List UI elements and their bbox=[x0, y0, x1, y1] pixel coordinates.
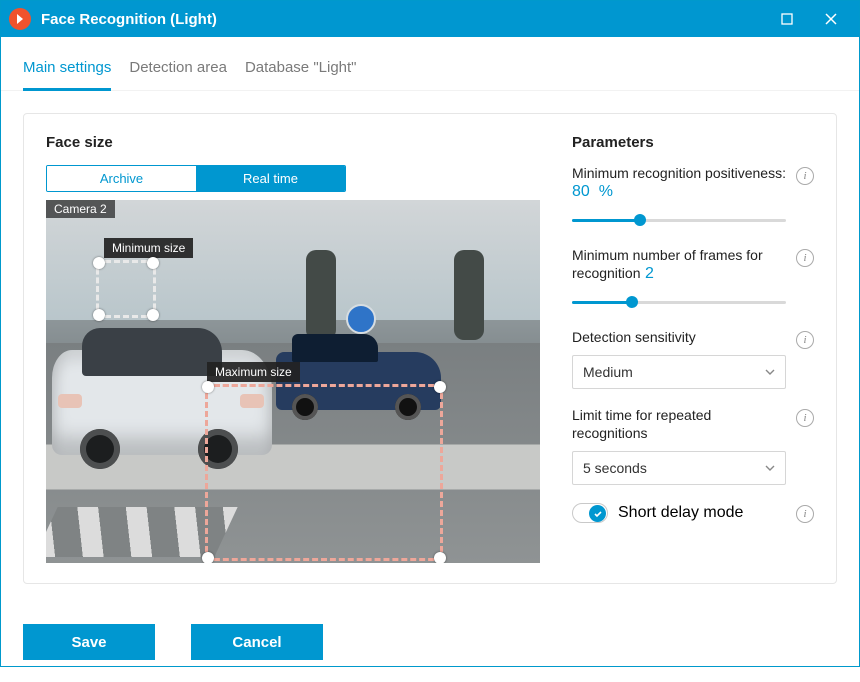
short-delay-toggle[interactable] bbox=[572, 503, 608, 523]
face-size-section: Face size Archive Real time Camera 2 bbox=[46, 134, 546, 563]
frames-slider[interactable] bbox=[572, 293, 786, 311]
tabs: Main settings Detection area Database "L… bbox=[1, 37, 859, 91]
min-size-label: Minimum size bbox=[104, 238, 193, 258]
param-limit-time: Limit time for repeated recognitions 5 s… bbox=[572, 407, 814, 485]
resize-handle[interactable] bbox=[434, 552, 446, 563]
save-button[interactable]: Save bbox=[23, 624, 155, 660]
footer: Save Cancel bbox=[1, 606, 859, 682]
resize-handle[interactable] bbox=[147, 309, 159, 321]
param-sensitivity: Detection sensitivity Medium i bbox=[572, 329, 814, 389]
param-value: 80 bbox=[572, 183, 590, 200]
info-icon[interactable]: i bbox=[796, 331, 814, 349]
app-logo-icon bbox=[9, 8, 31, 30]
cancel-button[interactable]: Cancel bbox=[191, 624, 323, 660]
param-min-frames: Minimum number of frames for recognition… bbox=[572, 247, 814, 311]
parameters-section: Parameters Minimum recognition positiven… bbox=[572, 134, 814, 563]
segment-archive[interactable]: Archive bbox=[47, 166, 196, 191]
param-label: Limit time for repeated recognitions bbox=[572, 407, 711, 441]
resize-handle[interactable] bbox=[147, 257, 159, 269]
positiveness-slider[interactable] bbox=[572, 211, 786, 229]
min-size-roi[interactable] bbox=[96, 260, 156, 318]
param-label: Short delay mode bbox=[618, 504, 743, 522]
select-value: Medium bbox=[583, 364, 633, 380]
param-label: Minimum recognition positiveness: bbox=[572, 165, 786, 181]
resize-handle[interactable] bbox=[93, 309, 105, 321]
limit-time-select[interactable]: 5 seconds bbox=[572, 451, 786, 485]
info-icon[interactable]: i bbox=[796, 505, 814, 523]
parameters-heading: Parameters bbox=[572, 134, 814, 151]
max-size-roi[interactable] bbox=[205, 384, 443, 561]
info-icon[interactable]: i bbox=[796, 167, 814, 185]
tab-main-settings[interactable]: Main settings bbox=[23, 55, 111, 90]
resize-handle[interactable] bbox=[202, 381, 214, 393]
sensitivity-select[interactable]: Medium bbox=[572, 355, 786, 389]
settings-panel: Face size Archive Real time Camera 2 bbox=[23, 113, 837, 584]
info-icon[interactable]: i bbox=[796, 249, 814, 267]
face-size-heading: Face size bbox=[46, 134, 546, 151]
param-label: Minimum number of frames for recognition bbox=[572, 247, 763, 281]
resize-handle[interactable] bbox=[202, 552, 214, 563]
tab-database-light[interactable]: Database "Light" bbox=[245, 55, 357, 90]
body: Face size Archive Real time Camera 2 bbox=[1, 91, 859, 606]
info-icon[interactable]: i bbox=[796, 409, 814, 427]
param-min-positiveness: Minimum recognition positiveness: 80 % i bbox=[572, 165, 814, 229]
max-size-label: Maximum size bbox=[207, 362, 300, 382]
window: Face Recognition (Light) Main settings D… bbox=[0, 0, 860, 667]
resize-handle[interactable] bbox=[434, 381, 446, 393]
param-short-delay: Short delay mode i bbox=[572, 503, 814, 523]
tab-detection-area[interactable]: Detection area bbox=[129, 55, 227, 90]
camera-preview[interactable]: Camera 2 Minimum size Maximum size bbox=[46, 200, 540, 563]
maximize-button[interactable] bbox=[765, 1, 809, 37]
camera-label: Camera 2 bbox=[46, 200, 115, 218]
segment-realtime[interactable]: Real time bbox=[196, 166, 345, 191]
window-title: Face Recognition (Light) bbox=[41, 11, 217, 28]
param-value: 2 bbox=[645, 265, 654, 282]
road-sign-icon bbox=[346, 304, 376, 334]
close-button[interactable] bbox=[809, 1, 853, 37]
param-label: Detection sensitivity bbox=[572, 329, 696, 345]
chevron-down-icon bbox=[765, 367, 775, 377]
resize-handle[interactable] bbox=[93, 257, 105, 269]
select-value: 5 seconds bbox=[583, 460, 647, 476]
chevron-down-icon bbox=[765, 463, 775, 473]
source-segmented: Archive Real time bbox=[46, 165, 346, 192]
titlebar: Face Recognition (Light) bbox=[1, 1, 859, 37]
